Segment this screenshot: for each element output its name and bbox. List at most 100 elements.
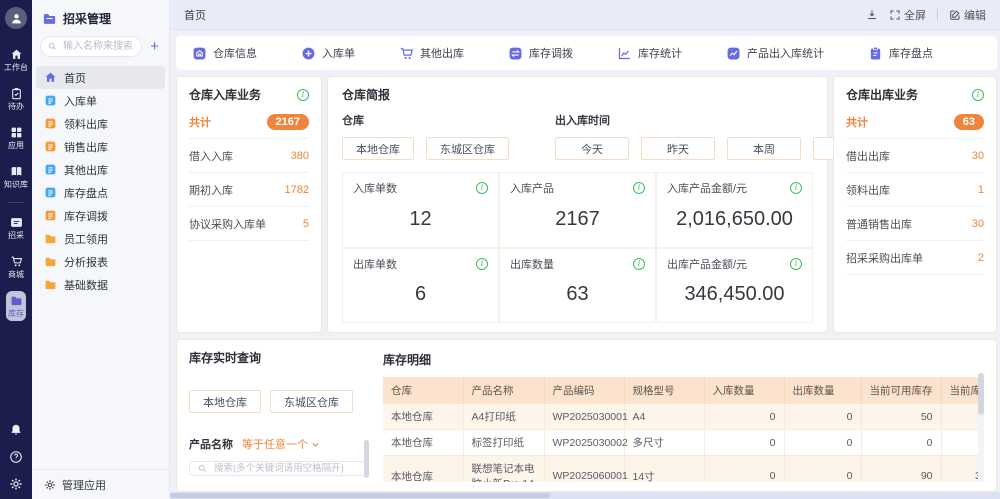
quick-action-label: 库存统计 <box>638 45 682 61</box>
edit-button[interactable]: 编辑 <box>949 7 986 23</box>
breadcrumb[interactable]: 首页 <box>184 7 206 23</box>
warehouse-filter-button[interactable]: 本地仓库 <box>189 390 261 413</box>
table-row[interactable]: 本地仓库 A4打印纸 WP2025030001 A4 0 0 50 25 <box>383 404 984 430</box>
sidebar-item-stocktake[interactable]: 库存盘点 <box>36 181 165 204</box>
sidebar-search-field[interactable] <box>40 36 142 57</box>
info-icon[interactable]: i <box>476 182 488 194</box>
sidebar-item-label: 库存调拨 <box>64 208 108 224</box>
info-icon[interactable]: i <box>297 89 309 101</box>
quick-action-inventory-stats[interactable]: 库存统计 <box>617 45 682 61</box>
manage-apps-label: 管理应用 <box>62 477 106 493</box>
rail-item-mall[interactable]: 商城 <box>6 252 26 282</box>
stat-row[interactable]: 协议采购入库单 5 <box>189 207 309 241</box>
stat-row[interactable]: 借入入库 380 <box>189 139 309 173</box>
rail-item-knowledge[interactable]: 知识库 <box>2 162 30 192</box>
time-filter-button[interactable]: 昨天 <box>641 137 715 160</box>
download-icon <box>866 9 878 21</box>
quick-action-product-io-stats[interactable]: 产品出入库统计 <box>726 45 824 61</box>
info-icon[interactable]: i <box>790 258 802 270</box>
chevron-down-icon <box>311 440 320 449</box>
stat-row[interactable]: 领料出库 1 <box>846 173 984 207</box>
horizontal-scrollbar[interactable] <box>170 492 1000 499</box>
gear-icon <box>44 479 56 491</box>
rail-item-label: 商城 <box>8 270 24 279</box>
info-icon[interactable]: i <box>633 182 645 194</box>
sidebar: 招采管理 + 首页 入库单 领料出库 销售出库 <box>32 0 170 499</box>
sidebar-item-label: 库存盘点 <box>64 185 108 201</box>
search-icon <box>198 464 207 473</box>
stat-outbound-qty: 出库数量i 63 <box>499 248 656 324</box>
rail-item-apps[interactable]: 应用 <box>6 123 26 153</box>
operator-dropdown[interactable]: 等于任意一个 <box>242 436 320 452</box>
info-icon[interactable]: i <box>476 258 488 270</box>
card-icon <box>10 216 23 229</box>
warehouse-filter-button[interactable]: 东城区仓库 <box>270 390 353 413</box>
info-icon[interactable]: i <box>790 182 802 194</box>
help-icon[interactable] <box>9 450 23 464</box>
sidebar-item-other-outbound[interactable]: 其他出库 <box>36 158 165 181</box>
quick-action-label: 其他出库 <box>420 45 464 61</box>
warehouse-icon <box>192 46 207 61</box>
quick-action-warehouse-info[interactable]: 仓库信息 <box>192 45 257 61</box>
quick-action-transfer[interactable]: 库存调拨 <box>508 45 573 61</box>
rail-item-workbench[interactable]: 工作台 <box>2 45 30 75</box>
sidebar-search-input[interactable] <box>61 40 134 53</box>
time-filter-button[interactable]: 本周 <box>727 137 801 160</box>
product-search-input[interactable] <box>212 462 360 475</box>
time-filter-button[interactable]: 今天 <box>555 137 629 160</box>
table-row[interactable]: 本地仓库 标签打印纸 WP2025030002 多尺寸 0 0 0 <box>383 430 984 456</box>
folder-icon <box>44 232 57 245</box>
stat-row[interactable]: 普通销售出库 30 <box>846 207 984 241</box>
table-row[interactable]: 本地仓库 联想笔记本电脑小新Pro 14 WP2025060001 14寸 0 … <box>383 456 984 483</box>
stat-row[interactable]: 期初入库 1782 <box>189 173 309 207</box>
warehouse-filter-button[interactable]: 本地仓库 <box>342 137 414 160</box>
sidebar-item-employee-use[interactable]: 员工领用 <box>36 227 165 250</box>
info-icon[interactable]: i <box>633 258 645 270</box>
warehouse-filter-button[interactable]: 东城区仓库 <box>426 137 509 160</box>
total-row: 共计 2167 <box>189 105 309 139</box>
table-title: 库存明细 <box>383 351 984 368</box>
rail-item-inventory[interactable]: 库存 <box>6 291 26 321</box>
user-avatar[interactable] <box>5 7 27 29</box>
sidebar-item-sales-outbound[interactable]: 销售出库 <box>36 135 165 158</box>
gear-icon[interactable] <box>9 477 23 491</box>
book-icon <box>10 165 23 178</box>
app-title: 招采管理 <box>63 10 111 27</box>
warehouse-briefing-card: 仓库简报 仓库 本地仓库 东城区仓库 出入库时间 今天 <box>327 76 828 333</box>
sidebar-item-reports[interactable]: 分析报表 <box>36 250 165 273</box>
warehouse-filter-group: 仓库 本地仓库 东城区仓库 <box>342 112 509 160</box>
rail-item-procurement[interactable]: 招采 <box>6 213 26 243</box>
sidebar-item-home[interactable]: 首页 <box>36 66 165 89</box>
info-icon[interactable]: i <box>972 89 984 101</box>
horizontal-scrollbar-thumb[interactable] <box>170 493 550 498</box>
table-header-row: 仓库 产品名称 产品编码 规格型号 入库数量 出库数量 当前可用库存 当前库存金… <box>383 377 984 404</box>
manage-apps-button[interactable]: 管理应用 <box>32 469 169 499</box>
sidebar-item-transfer[interactable]: 库存调拨 <box>36 204 165 227</box>
fullscreen-button[interactable]: 全屏 <box>889 7 926 23</box>
add-button[interactable]: + <box>148 39 161 54</box>
quick-action-inbound-order[interactable]: 入库单 <box>301 45 355 61</box>
product-search-field[interactable] <box>189 461 369 476</box>
sidebar-item-inbound-order[interactable]: 入库单 <box>36 89 165 112</box>
filter-scrollbar[interactable] <box>364 440 369 478</box>
bell-icon[interactable] <box>9 423 23 437</box>
sidebar-item-base-data[interactable]: 基础数据 <box>36 273 165 296</box>
download-button[interactable] <box>866 9 878 21</box>
quick-action-other-outbound[interactable]: 其他出库 <box>399 45 464 61</box>
quick-action-stocktake[interactable]: 库存盘点 <box>868 45 933 61</box>
rail-item-todo[interactable]: 待办 <box>6 84 26 114</box>
stat-row[interactable]: 招采采购出库单 2 <box>846 241 984 275</box>
sidebar-item-label: 首页 <box>64 70 86 86</box>
sidebar-item-material-outbound[interactable]: 领料出库 <box>36 112 165 135</box>
stat-inbound-products: 入库产品i 2167 <box>499 172 656 248</box>
rail-item-label: 工作台 <box>4 63 28 72</box>
stat-row[interactable]: 借出出库 30 <box>846 139 984 173</box>
topbar: 首页 全屏 编辑 <box>170 0 1000 30</box>
sidebar-item-label: 领料出库 <box>64 116 108 132</box>
outbound-business-card: 仓库出库业务 i 共计 63 借出出库 30 领料出库 1 <box>833 76 997 333</box>
inventory-table-panel: 库存明细 仓库 产品名称 产品编码 规格型号 入库数量 <box>383 349 984 482</box>
inventory-realtime-card: 库存实时查询 本地仓库 东城区仓库 产品名称 等于任意一个 <box>176 339 997 492</box>
briefing-stats-grid: 入库单数i 12 入库产品i 2167 入库产品金额/元i 2,016,650.… <box>342 172 813 323</box>
document-icon <box>44 140 57 153</box>
table-scrollbar[interactable] <box>978 373 984 482</box>
